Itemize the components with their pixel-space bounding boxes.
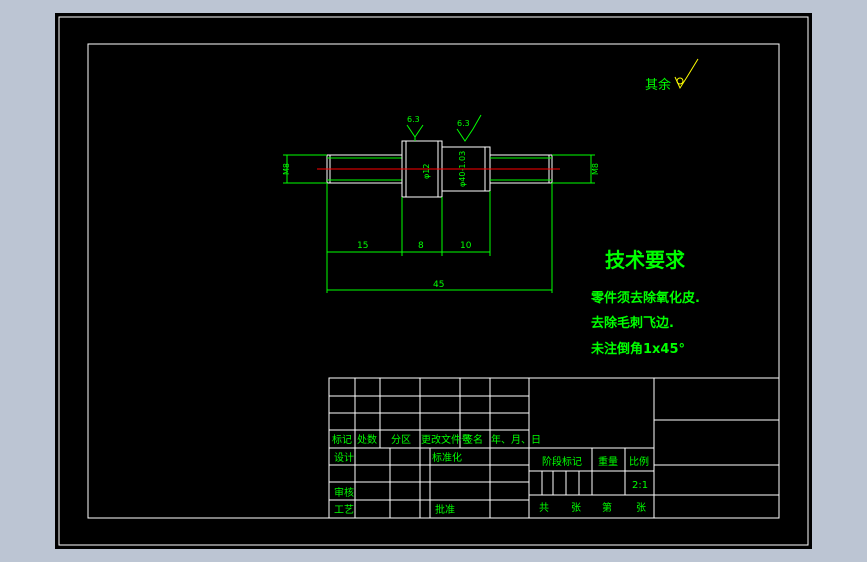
scale-value: 2:1: [632, 480, 648, 491]
review-label: 审核: [334, 486, 354, 499]
sheet-word-2: 张: [636, 502, 646, 514]
sheet-word-1: 张: [571, 502, 581, 514]
approve-label: 批准: [435, 503, 455, 516]
tech-req-title: 技术要求: [605, 248, 686, 272]
design-label: 设计: [334, 451, 354, 464]
svg-text:6.3: 6.3: [457, 119, 470, 128]
weight-label: 重量: [598, 455, 618, 468]
right-thread-label: M8: [591, 163, 600, 175]
drawing-canvas: 其余 M8 φ12 φ40-1.03 M8 6.3: [58, 16, 809, 546]
neck-diameter-label: φ40-1.03: [458, 151, 467, 187]
svg-text:6.3: 6.3: [407, 115, 420, 124]
rev-header-mark: 标记: [332, 434, 352, 446]
title-block: [328, 377, 780, 519]
rev-header-date: 年、月、日: [491, 433, 541, 446]
stage-mark-label: 阶段标记: [542, 455, 582, 468]
rev-header-zone: 分区: [391, 434, 411, 446]
tech-req-line-2: 去除毛刺飞边.: [591, 315, 674, 331]
process-label: 工艺: [334, 504, 354, 516]
drawing-sheet: 其余 M8 φ12 φ40-1.03 M8 6.3: [55, 13, 812, 549]
dim-45: 45: [433, 280, 444, 290]
rev-header-sign: 签名: [463, 433, 483, 446]
sheets-total-label: 共: [539, 502, 549, 514]
dim-8: 8: [418, 241, 424, 251]
scale-label: 比例: [629, 455, 649, 468]
standardization-label: 标准化: [432, 451, 462, 464]
default-roughness-label: 其余: [645, 77, 671, 93]
dim-15: 15: [357, 241, 368, 251]
collar-diameter-label: φ12: [422, 164, 431, 179]
rev-header-count: 处数: [357, 433, 377, 446]
tech-req-line-1: 零件须去除氧化皮.: [590, 290, 700, 306]
roughness-mark-1: 6.3: [406, 115, 424, 141]
dim-10: 10: [460, 241, 472, 251]
roughness-mark-2: 6.3: [456, 114, 482, 142]
dimension-lines: [326, 183, 553, 293]
sheet-no-label: 第: [602, 501, 612, 514]
tech-req-line-3: 未注倒角1x45°: [590, 341, 685, 357]
roughness-symbol-icon: [674, 58, 699, 90]
